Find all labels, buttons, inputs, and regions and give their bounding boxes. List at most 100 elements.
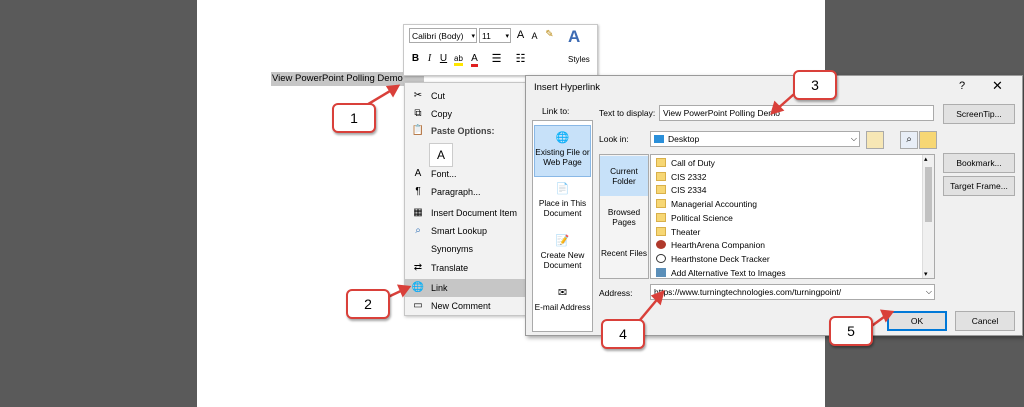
dialog-title: Insert Hyperlink <box>534 82 600 93</box>
folder-icon <box>656 226 666 236</box>
side-nav: Current Folder Browsed Pages Recent File… <box>599 154 649 279</box>
menu-item-font[interactable]: A Font... <box>405 165 525 183</box>
side-current-folder[interactable]: Current Folder <box>600 156 648 196</box>
menu-item-cut[interactable]: ✂ Cut <box>405 87 525 105</box>
new-document-icon: 📝 <box>555 235 570 247</box>
shrink-font-icon[interactable]: A <box>528 29 541 43</box>
image-icon <box>656 267 666 277</box>
file-item[interactable]: Call of Duty <box>651 157 715 171</box>
document-item-icon: ▦ <box>413 207 423 218</box>
menu-item-copy[interactable]: ⧉ Copy <box>405 105 525 123</box>
folder-icon <box>656 185 666 195</box>
help-button[interactable]: ? <box>959 80 965 92</box>
link-to-place-in-document[interactable]: 📄 Place in This Document <box>534 177 591 229</box>
cancel-button[interactable]: Cancel <box>955 311 1015 331</box>
menu-item-smart-lookup[interactable]: ⌕ Smart Lookup <box>405 222 525 240</box>
callout-2: 2 <box>346 289 390 319</box>
close-icon[interactable]: ✕ <box>992 78 1003 94</box>
bold-button[interactable]: B <box>409 52 422 66</box>
side-recent-files[interactable]: Recent Files <box>600 238 648 278</box>
styles-icon[interactable]: A <box>568 27 580 47</box>
link-to-new-document[interactable]: 📝 Create New Document <box>534 229 591 281</box>
bullets-icon[interactable]: ☰ <box>490 52 503 66</box>
bookmark-button[interactable]: Bookmark... <box>943 153 1015 173</box>
paste-keep-text-icon[interactable]: A <box>429 143 453 167</box>
menu-item-insert-document-item[interactable]: ▦ Insert Document Item <box>405 204 525 222</box>
side-browsed-pages[interactable]: Browsed Pages <box>600 197 648 237</box>
file-item[interactable]: CIS 2332 <box>651 171 706 185</box>
desktop-icon <box>654 135 664 143</box>
link-to-panel: 🌐 Existing File or Web Page 📄 Place in Thi… <box>532 120 593 332</box>
app-icon <box>656 253 666 263</box>
font-color-icon[interactable]: A <box>468 52 481 67</box>
file-item[interactable]: Managerial Accounting <box>651 198 757 212</box>
menu-item-paragraph[interactable]: ¶ Paragraph... <box>405 183 525 201</box>
underline-button[interactable]: U <box>437 52 450 66</box>
email-icon: ✉ <box>557 287 568 299</box>
folder-icon <box>656 212 666 222</box>
address-input[interactable]: https://www.turningtechnologies.com/turn… <box>650 284 935 300</box>
context-menu: ✂ Cut ⧉ Copy 📋 Paste Options: A A Font... ¶ P… <box>404 82 526 316</box>
ok-button[interactable]: OK <box>887 311 947 331</box>
callout-4: 4 <box>601 319 645 349</box>
file-list: Call of Duty CIS 2332 CIS 2334 Manageria… <box>650 154 935 279</box>
menu-item-synonyms[interactable]: Synonyms <box>405 240 525 258</box>
target-frame-button[interactable]: Target Frame... <box>943 176 1015 196</box>
file-item[interactable]: CIS 2334 <box>651 184 706 198</box>
highlight-icon[interactable]: ab <box>452 52 465 66</box>
paragraph-icon: ¶ <box>415 186 421 197</box>
font-icon: A <box>414 168 422 179</box>
link-to-existing-file[interactable]: 🌐 Existing File or Web Page <box>534 125 591 177</box>
globe-page-icon: 🌐 <box>555 132 570 144</box>
look-in-label: Look in: <box>599 134 629 144</box>
document-place-icon: 📄 <box>555 183 570 195</box>
file-item[interactable]: Add Alternative Text to Images <box>651 267 786 281</box>
styles-label: Styles <box>568 55 590 64</box>
folder-icon <box>656 199 666 209</box>
scroll-down-icon[interactable]: ▾ <box>924 270 928 278</box>
copy-icon: ⧉ <box>414 108 422 119</box>
folder-icon <box>656 158 666 167</box>
screentip-button[interactable]: ScreenTip... <box>943 104 1015 124</box>
menu-item-link[interactable]: 🌐 Link <box>405 279 525 297</box>
selected-text[interactable]: View PowerPoint Polling Demo <box>271 72 424 86</box>
italic-button[interactable]: I <box>423 52 436 66</box>
numbering-icon[interactable]: ☷ <box>514 52 527 66</box>
text-to-display-label: Text to display: <box>599 108 656 118</box>
file-item[interactable]: Hearthstone Deck Tracker <box>651 253 770 267</box>
search-icon: ⌕ <box>415 225 421 236</box>
app-icon <box>656 240 666 250</box>
format-painter-icon[interactable]: ✎ <box>543 28 556 42</box>
menu-header-paste-options: 📋 Paste Options: <box>405 122 525 140</box>
link-to-label: Link to: <box>542 106 570 116</box>
comment-icon: ▭ <box>413 300 423 311</box>
browse-web-icon[interactable] <box>866 131 884 149</box>
link-to-email[interactable]: ✉ E-mail Address <box>534 281 591 333</box>
callout-3: 3 <box>793 70 837 100</box>
scissors-icon: ✂ <box>413 90 423 101</box>
open-folder-icon[interactable] <box>919 131 937 149</box>
address-label: Address: <box>599 288 633 298</box>
browse-file-icon[interactable]: ⌕ <box>900 131 918 149</box>
menu-item-translate[interactable]: ⇄ Translate <box>405 259 525 277</box>
file-list-scrollbar[interactable]: ▴ ▾ <box>922 155 934 278</box>
file-item[interactable]: Political Science <box>651 212 733 226</box>
file-item[interactable]: Theater <box>651 226 700 240</box>
chevron-down-icon[interactable]: ⌵ <box>926 285 932 299</box>
clipboard-icon: 📋 <box>411 125 425 136</box>
grow-font-icon[interactable]: A <box>514 28 527 42</box>
look-in-dropdown[interactable]: Desktop ⌵ <box>650 131 860 147</box>
scroll-thumb[interactable] <box>925 167 932 222</box>
font-name-dropdown[interactable]: Calibri (Body) ▾ <box>409 28 477 43</box>
menu-item-new-comment[interactable]: ▭ New Comment <box>405 297 525 315</box>
file-item[interactable]: HearthArena Companion <box>651 239 765 253</box>
scroll-up-icon[interactable]: ▴ <box>924 155 928 163</box>
insert-hyperlink-dialog: Insert Hyperlink ? ✕ Link to: 🌐 Existing … <box>525 75 1023 336</box>
chevron-down-icon: ⌵ <box>850 134 857 143</box>
folder-icon <box>656 171 666 181</box>
font-size-dropdown[interactable]: 11 ▾ <box>479 28 511 43</box>
text-to-display-input[interactable]: View PowerPoint Polling Demo <box>659 105 934 121</box>
callout-5: 5 <box>829 316 873 346</box>
callout-1: 1 <box>332 103 376 133</box>
translate-icon: ⇄ <box>413 262 423 273</box>
